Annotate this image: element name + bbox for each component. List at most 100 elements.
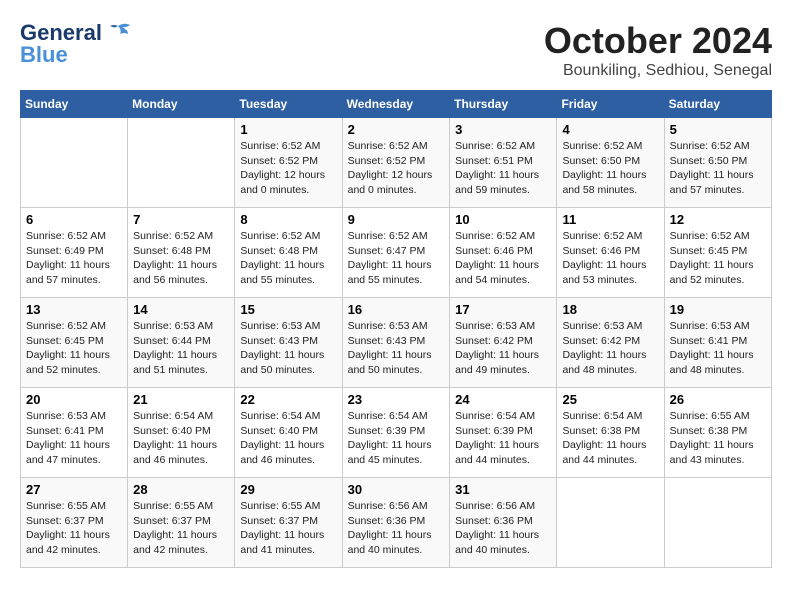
day-number: 3	[455, 122, 551, 137]
day-number: 25	[562, 392, 658, 407]
calendar-cell: 25 Sunrise: 6:54 AM Sunset: 6:38 PM Dayli…	[557, 388, 664, 478]
weekday-header: Thursday	[450, 91, 557, 118]
calendar-cell: 2Sunrise: 6:52 AM Sunset: 6:52 PM Daylig…	[342, 118, 450, 208]
day-info: Sunrise: 6:54 AM Sunset: 6:39 PM Dayligh…	[348, 409, 445, 468]
day-info: Sunrise: 6:54 AM Sunset: 6:40 PM Dayligh…	[240, 409, 336, 468]
day-info: Sunrise: 6:52 AM Sunset: 6:48 PM Dayligh…	[240, 229, 336, 288]
day-info: Sunrise: 6:54 AM Sunset: 6:39 PM Dayligh…	[455, 409, 551, 468]
day-info: Sunrise: 6:56 AM Sunset: 6:36 PM Dayligh…	[348, 499, 445, 558]
day-number: 24	[455, 392, 551, 407]
day-number: 27	[26, 482, 122, 497]
logo-text-blue: Blue	[20, 42, 68, 68]
day-number: 12	[670, 212, 766, 227]
day-info: Sunrise: 6:55 AM Sunset: 6:38 PM Dayligh…	[670, 409, 766, 468]
calendar-cell: 7 Sunrise: 6:52 AM Sunset: 6:48 PM Daylig…	[128, 208, 235, 298]
day-number: 17	[455, 302, 551, 317]
calendar-cell: 6 Sunrise: 6:52 AM Sunset: 6:49 PM Daylig…	[21, 208, 128, 298]
day-number: 21	[133, 392, 229, 407]
title-area: October 2024 Bounkiling, Sedhiou, Senega…	[544, 20, 772, 80]
location-subtitle: Bounkiling, Sedhiou, Senegal	[544, 62, 772, 80]
calendar-cell: 17Sunrise: 6:53 AM Sunset: 6:42 PM Dayli…	[450, 298, 557, 388]
calendar-cell: 14 Sunrise: 6:53 AM Sunset: 6:44 PM Dayli…	[128, 298, 235, 388]
day-number: 20	[26, 392, 122, 407]
logo: General Blue	[20, 20, 132, 68]
calendar-week-row: 6 Sunrise: 6:52 AM Sunset: 6:49 PM Daylig…	[21, 208, 772, 298]
calendar-cell: 8Sunrise: 6:52 AM Sunset: 6:48 PM Daylig…	[235, 208, 342, 298]
weekday-header: Sunday	[21, 91, 128, 118]
day-info: Sunrise: 6:55 AM Sunset: 6:37 PM Dayligh…	[240, 499, 336, 558]
day-number: 30	[348, 482, 445, 497]
calendar-cell: 22 Sunrise: 6:54 AM Sunset: 6:40 PM Dayli…	[235, 388, 342, 478]
calendar-cell: 5 Sunrise: 6:52 AM Sunset: 6:50 PM Daylig…	[664, 118, 771, 208]
day-number: 15	[240, 302, 336, 317]
day-number: 23	[348, 392, 445, 407]
calendar-cell: 30 Sunrise: 6:56 AM Sunset: 6:36 PM Dayli…	[342, 478, 450, 568]
day-info: Sunrise: 6:53 AM Sunset: 6:44 PM Dayligh…	[133, 319, 229, 378]
day-number: 11	[562, 212, 658, 227]
month-title: October 2024	[544, 20, 772, 62]
calendar-cell	[21, 118, 128, 208]
day-number: 4	[562, 122, 658, 137]
day-number: 6	[26, 212, 122, 227]
calendar-cell: 27 Sunrise: 6:55 AM Sunset: 6:37 PM Dayli…	[21, 478, 128, 568]
weekday-header: Saturday	[664, 91, 771, 118]
day-info: Sunrise: 6:52 AM Sunset: 6:45 PM Dayligh…	[670, 229, 766, 288]
calendar-cell: 29 Sunrise: 6:55 AM Sunset: 6:37 PM Dayli…	[235, 478, 342, 568]
day-info: Sunrise: 6:52 AM Sunset: 6:46 PM Dayligh…	[562, 229, 658, 288]
weekday-header-row: SundayMondayTuesdayWednesdayThursdayFrid…	[21, 91, 772, 118]
day-info: Sunrise: 6:55 AM Sunset: 6:37 PM Dayligh…	[26, 499, 122, 558]
calendar-cell	[557, 478, 664, 568]
calendar-week-row: 13Sunrise: 6:52 AM Sunset: 6:45 PM Dayli…	[21, 298, 772, 388]
day-info: Sunrise: 6:52 AM Sunset: 6:46 PM Dayligh…	[455, 229, 551, 288]
day-number: 16	[348, 302, 445, 317]
day-info: Sunrise: 6:52 AM Sunset: 6:49 PM Dayligh…	[26, 229, 122, 288]
weekday-header: Tuesday	[235, 91, 342, 118]
day-number: 7	[133, 212, 229, 227]
day-number: 14	[133, 302, 229, 317]
day-number: 19	[670, 302, 766, 317]
day-info: Sunrise: 6:52 AM Sunset: 6:50 PM Dayligh…	[562, 139, 658, 198]
calendar-cell: 9 Sunrise: 6:52 AM Sunset: 6:47 PM Daylig…	[342, 208, 450, 298]
day-number: 28	[133, 482, 229, 497]
day-info: Sunrise: 6:52 AM Sunset: 6:45 PM Dayligh…	[26, 319, 122, 378]
calendar-week-row: 20Sunrise: 6:53 AM Sunset: 6:41 PM Dayli…	[21, 388, 772, 478]
calendar-cell: 31 Sunrise: 6:56 AM Sunset: 6:36 PM Dayli…	[450, 478, 557, 568]
day-number: 31	[455, 482, 551, 497]
calendar-cell: 15 Sunrise: 6:53 AM Sunset: 6:43 PM Dayli…	[235, 298, 342, 388]
calendar-cell: 11 Sunrise: 6:52 AM Sunset: 6:46 PM Dayli…	[557, 208, 664, 298]
day-number: 1	[240, 122, 336, 137]
day-info: Sunrise: 6:54 AM Sunset: 6:38 PM Dayligh…	[562, 409, 658, 468]
calendar-cell: 16 Sunrise: 6:53 AM Sunset: 6:43 PM Dayli…	[342, 298, 450, 388]
day-number: 22	[240, 392, 336, 407]
day-info: Sunrise: 6:52 AM Sunset: 6:51 PM Dayligh…	[455, 139, 551, 198]
day-info: Sunrise: 6:52 AM Sunset: 6:52 PM Dayligh…	[240, 139, 336, 198]
day-info: Sunrise: 6:56 AM Sunset: 6:36 PM Dayligh…	[455, 499, 551, 558]
calendar-cell: 28 Sunrise: 6:55 AM Sunset: 6:37 PM Dayli…	[128, 478, 235, 568]
day-number: 10	[455, 212, 551, 227]
calendar-cell: 21 Sunrise: 6:54 AM Sunset: 6:40 PM Dayli…	[128, 388, 235, 478]
calendar-cell: 23 Sunrise: 6:54 AM Sunset: 6:39 PM Dayli…	[342, 388, 450, 478]
day-info: Sunrise: 6:52 AM Sunset: 6:48 PM Dayligh…	[133, 229, 229, 288]
calendar-cell	[128, 118, 235, 208]
day-info: Sunrise: 6:55 AM Sunset: 6:37 PM Dayligh…	[133, 499, 229, 558]
day-number: 5	[670, 122, 766, 137]
day-info: Sunrise: 6:52 AM Sunset: 6:50 PM Dayligh…	[670, 139, 766, 198]
calendar-cell: 18Sunrise: 6:53 AM Sunset: 6:42 PM Dayli…	[557, 298, 664, 388]
day-info: Sunrise: 6:53 AM Sunset: 6:42 PM Dayligh…	[562, 319, 658, 378]
day-number: 9	[348, 212, 445, 227]
calendar-cell: 24 Sunrise: 6:54 AM Sunset: 6:39 PM Dayli…	[450, 388, 557, 478]
day-info: Sunrise: 6:53 AM Sunset: 6:41 PM Dayligh…	[670, 319, 766, 378]
day-number: 29	[240, 482, 336, 497]
calendar-cell: 1 Sunrise: 6:52 AM Sunset: 6:52 PM Daylig…	[235, 118, 342, 208]
day-info: Sunrise: 6:52 AM Sunset: 6:47 PM Dayligh…	[348, 229, 445, 288]
weekday-header: Wednesday	[342, 91, 450, 118]
day-info: Sunrise: 6:53 AM Sunset: 6:43 PM Dayligh…	[348, 319, 445, 378]
day-info: Sunrise: 6:54 AM Sunset: 6:40 PM Dayligh…	[133, 409, 229, 468]
weekday-header: Friday	[557, 91, 664, 118]
calendar-cell: 10 Sunrise: 6:52 AM Sunset: 6:46 PM Dayli…	[450, 208, 557, 298]
calendar-table: SundayMondayTuesdayWednesdayThursdayFrid…	[20, 90, 772, 568]
day-info: Sunrise: 6:53 AM Sunset: 6:43 PM Dayligh…	[240, 319, 336, 378]
header: General Blue October 2024 Bounkiling, Se…	[20, 20, 772, 80]
calendar-cell: 12 Sunrise: 6:52 AM Sunset: 6:45 PM Dayli…	[664, 208, 771, 298]
calendar-cell: 20Sunrise: 6:53 AM Sunset: 6:41 PM Dayli…	[21, 388, 128, 478]
